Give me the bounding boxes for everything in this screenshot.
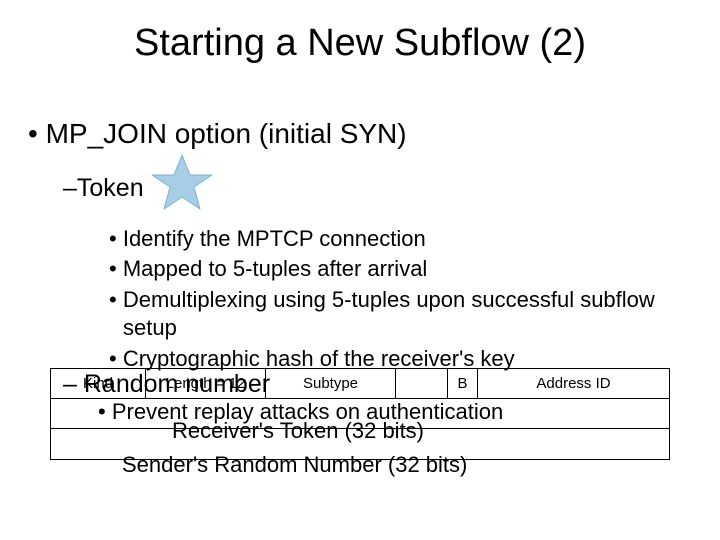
token-sub-3: • Demultiplexing using 5-tuples upon suc… (28, 286, 692, 343)
bullet-token-label: Token (77, 169, 144, 208)
bullet-random: – Random number (63, 370, 270, 399)
slide-title: Starting a New Subflow (2) (0, 0, 720, 115)
cell-subtype: Subtype (266, 369, 396, 398)
random-sub-1: • Prevent replay attacks on authenticati… (98, 399, 503, 425)
random-sub-1-text: Prevent replay attacks on authentication (112, 399, 503, 424)
packet-row-3-text: Sender's Random Number (32 bits) (122, 452, 467, 478)
bullet-token: – Token (28, 153, 692, 225)
token-sub-2: • Mapped to 5-tuples after arrival (28, 255, 692, 284)
bullet-lvl1-text: MP_JOIN option (initial SYN) (46, 118, 407, 149)
token-sub-2-text: Mapped to 5-tuples after arrival (123, 256, 428, 281)
bullet-lvl1: • MP_JOIN option (initial SYN) (28, 115, 692, 153)
slide-body: • MP_JOIN option (initial SYN) – Token •… (0, 115, 720, 374)
token-sub-3-text: Demultiplexing using 5-tuples upon succe… (123, 287, 655, 341)
cell-b: B (448, 369, 478, 398)
token-sub-1: • Identify the MPTCP connection (28, 225, 692, 254)
cell-gap (396, 369, 448, 398)
token-sub-1-text: Identify the MPTCP connection (123, 226, 426, 251)
cell-address-id: Address ID (478, 369, 669, 398)
bullet-random-label: Random number (84, 370, 270, 398)
star-icon (150, 153, 214, 225)
